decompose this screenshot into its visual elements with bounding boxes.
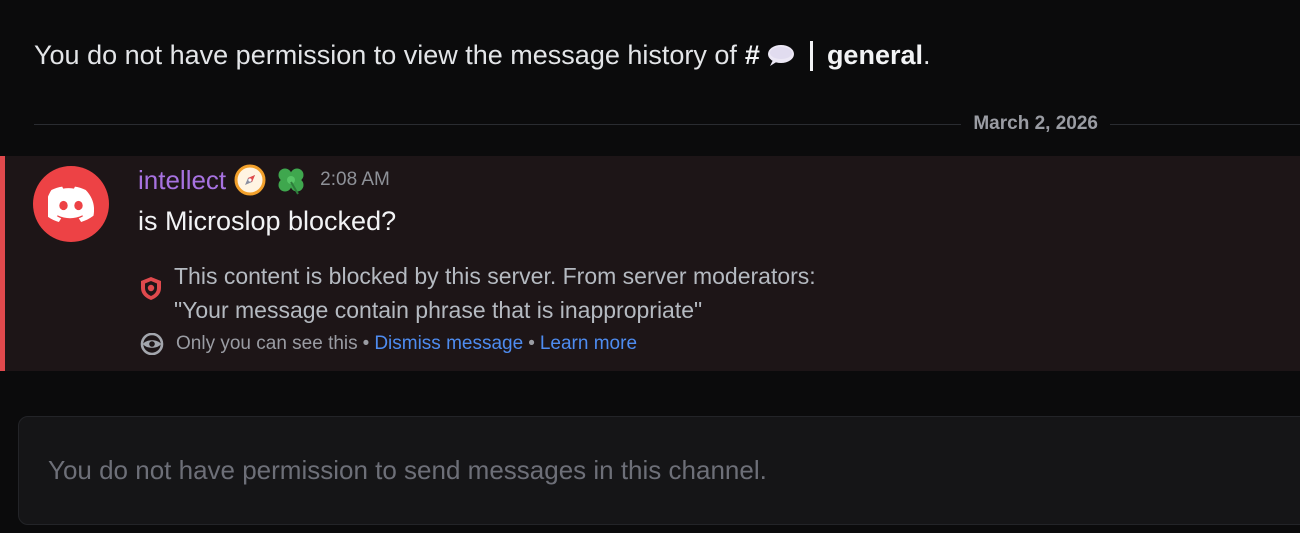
message-header: intellect 2:08 AM <box>138 164 390 196</box>
ephemeral-label: Only you can see this <box>176 333 358 354</box>
channel-name: general <box>826 40 923 70</box>
channel-separator <box>809 40 813 71</box>
eye-icon <box>138 333 166 355</box>
channel-mention[interactable]: # general <box>745 40 923 71</box>
history-permission-notice: You do not have permission to view the m… <box>34 40 931 71</box>
learn-more-link[interactable]: Learn more <box>540 333 637 355</box>
composer-placeholder: You do not have permission to send messa… <box>48 455 767 485</box>
avatar[interactable] <box>33 166 109 242</box>
discord-logo-icon <box>48 186 94 222</box>
message-content: is Microslop blocked? <box>138 206 397 236</box>
divider-line-right <box>1110 123 1300 125</box>
blocked-notice-line1: This content is blocked by this server. … <box>174 263 816 289</box>
dismiss-message-link[interactable]: Dismiss message <box>374 333 523 355</box>
compass-badge-icon[interactable] <box>234 164 266 196</box>
blocked-notice-text: This content is blocked by this server. … <box>174 259 816 327</box>
date-label: March 2, 2026 <box>973 113 1098 134</box>
date-divider: March 2, 2026 <box>34 112 1300 136</box>
ephemeral-notice: Only you can see this • Dismiss message … <box>138 333 637 355</box>
username[interactable]: intellect <box>138 165 226 196</box>
blocked-notice-line2: "Your message contain phrase that is ina… <box>174 297 703 323</box>
chat-view: You do not have permission to view the m… <box>0 0 1300 533</box>
ephemeral-separator-2: • <box>528 333 535 354</box>
divider-line-left <box>34 123 962 125</box>
clover-badge-icon[interactable] <box>274 165 308 195</box>
blocked-message[interactable]: intellect 2:08 AM is Microslop blocked? … <box>0 156 1300 371</box>
history-notice-text: You do not have permission to view the m… <box>34 40 737 70</box>
history-notice-suffix: . <box>922 40 931 70</box>
speech-bubble-icon <box>766 44 796 68</box>
ephemeral-separator: • <box>362 333 370 354</box>
shield-icon <box>138 275 164 301</box>
blocked-notice: This content is blocked by this server. … <box>138 259 816 327</box>
message-timestamp[interactable]: 2:08 AM <box>320 169 390 191</box>
channel-hash: # <box>744 40 760 70</box>
message-composer[interactable]: You do not have permission to send messa… <box>18 416 1300 525</box>
